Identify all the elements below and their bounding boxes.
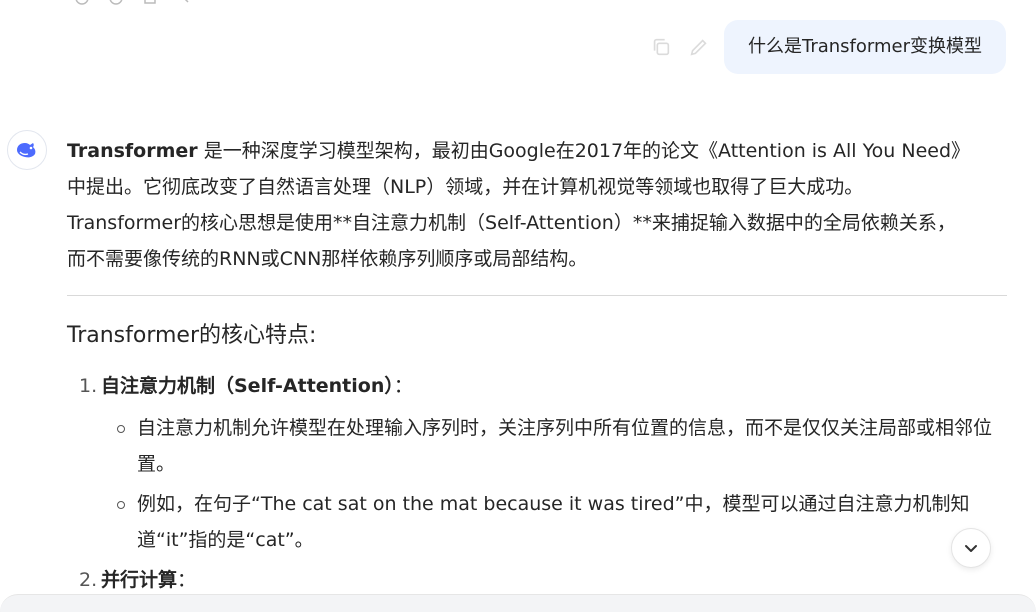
intro-line-1: 是一种深度学习模型架构，最初由Google在2017年的论文《Attention… <box>197 140 971 162</box>
chevron-down-icon <box>965 545 977 552</box>
chat-input-area[interactable] <box>0 594 1036 612</box>
feature-bullet: 例如，在句子“The cat sat on the mat because it… <box>101 486 1007 558</box>
feature-number: 2. <box>79 569 98 591</box>
user-message-bubble: 什么是Transformer变换模型 <box>723 20 1006 74</box>
user-message-row: 什么是Transformer变换模型 <box>650 20 1006 74</box>
refresh-icon[interactable] <box>74 0 90 6</box>
feature-number: 1. <box>79 375 98 397</box>
intro-line-3: Transformer的核心思想是使用**自注意力机制（Self-Attenti… <box>67 212 956 234</box>
features-list: 1. 自注意力机制（Self-Attention）： 自注意力机制允许模型在处理… <box>67 368 1007 598</box>
feature-item: 2. 并行计算： <box>67 562 1007 598</box>
thumbs-down-icon[interactable] <box>176 0 192 6</box>
feature-title: 并行计算 <box>101 569 178 591</box>
feature-title: 自注意力机制（Self-Attention） <box>101 375 394 397</box>
previous-message-actions <box>74 0 192 6</box>
copy-icon[interactable] <box>108 0 124 6</box>
deepseek-whale-logo-icon <box>17 143 36 158</box>
assistant-answer: Transformer 是一种深度学习模型架构，最初由Google在2017年的… <box>67 133 1007 602</box>
feature-suffix: ： <box>177 569 197 591</box>
section-heading: Transformer的核心特点: <box>67 323 317 348</box>
feature-bullet: 自注意力机制允许模型在处理输入序列时，关注序列中所有位置的信息，而不是仅仅关注局… <box>101 410 1007 482</box>
feature-bullets: 自注意力机制允许模型在处理输入序列时，关注序列中所有位置的信息，而不是仅仅关注局… <box>101 410 1007 558</box>
intro-bold-term: Transformer <box>67 140 198 162</box>
intro-line-4: 而不需要像传统的RNN或CNN那样依赖序列顺序或局部结构。 <box>67 248 588 270</box>
intro-line-2: 中提出。它彻底改变了自然语言处理（NLP）领域，并在计算机视觉等领域也取得了巨大… <box>67 176 864 198</box>
feature-item: 1. 自注意力机制（Self-Attention）： 自注意力机制允许模型在处理… <box>67 368 1007 558</box>
assistant-avatar <box>7 130 47 170</box>
thumbs-up-icon[interactable] <box>142 0 158 6</box>
copy-icon[interactable] <box>650 36 672 58</box>
feature-suffix: ： <box>393 375 413 397</box>
section-divider <box>67 295 1007 296</box>
scroll-to-bottom-button[interactable] <box>951 528 991 568</box>
intro-paragraph: Transformer 是一种深度学习模型架构，最初由Google在2017年的… <box>67 133 1007 277</box>
edit-icon[interactable] <box>688 36 710 58</box>
chat-page: 什么是Transformer变换模型 Transformer 是一种深度学习模型… <box>0 0 1036 612</box>
user-message-tools <box>650 36 710 58</box>
